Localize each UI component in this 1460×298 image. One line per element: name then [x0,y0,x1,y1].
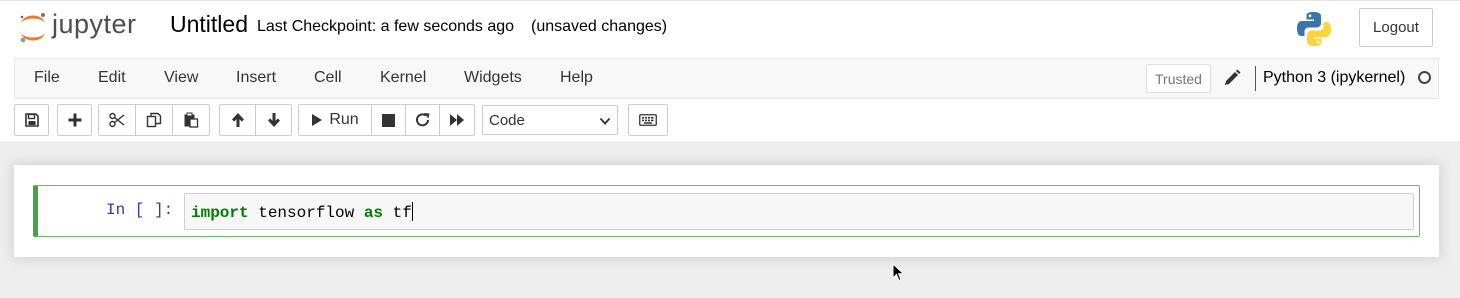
stop-icon [382,113,395,127]
arrow-down-icon [267,113,280,127]
menu-file[interactable]: File [34,69,60,87]
move-down-button[interactable] [255,104,292,136]
keyboard-icon [639,114,657,126]
insert-cell-button[interactable] [57,104,92,136]
move-up-button[interactable] [219,104,256,136]
menu-widgets[interactable]: Widgets [464,69,522,87]
jupyter-wordmark: jupyter [52,9,137,39]
copy-icon [146,112,162,128]
code-line: import tensorflow as tf [191,202,413,222]
python-logo-icon [1297,12,1331,46]
cut-button[interactable] [98,104,136,136]
kernel-separator [1255,66,1256,91]
interrupt-button[interactable] [371,104,406,136]
kernel-idle-icon [1418,71,1431,84]
fast-forward-icon [450,114,464,126]
cell-type-value: Code [489,111,525,129]
chevron-down-icon [599,117,611,125]
menu-cell[interactable]: Cell [314,69,342,87]
plus-icon [68,113,81,127]
paste-icon [184,112,199,128]
code-keyword: import [191,204,249,222]
code-cell[interactable]: In [ ]: import tensorflow as tf [33,185,1420,237]
code-text: tf [383,204,412,222]
mouse-pointer-icon [892,263,905,282]
kernel-name[interactable]: Python 3 (ipykernel) [1263,69,1405,87]
menu-edit[interactable]: Edit [98,69,126,87]
checkpoint-status: Last Checkpoint: a few seconds ago [257,18,515,35]
cell-type-select[interactable]: Code [482,105,618,135]
restart-run-all-button[interactable] [439,104,475,136]
notebook-name[interactable]: Untitled [170,11,248,38]
pencil-icon[interactable] [1222,68,1242,88]
menu-kernel[interactable]: Kernel [380,69,426,87]
save-icon [24,113,39,127]
autosave-status: (unsaved changes) [531,18,668,35]
jupyter-logo-icon [20,13,45,43]
copy-button[interactable] [135,104,173,136]
restart-icon [415,113,429,127]
save-button[interactable] [14,104,49,136]
run-icon [312,114,323,126]
jupyter-logo[interactable]: jupyter [18,9,154,45]
menu-view[interactable]: View [164,69,198,87]
command-palette-button[interactable] [628,104,668,136]
paste-button[interactable] [172,104,210,136]
toolbar: Run Code [14,104,1014,137]
run-label: Run [329,111,359,128]
restart-button[interactable] [405,104,440,136]
input-prompt: In [ ]: [106,201,174,219]
notebook-container: In [ ]: import tensorflow as tf [14,165,1439,257]
arrow-up-icon [231,113,244,127]
header: jupyter Untitled Last Checkpoint: a few … [0,0,1460,141]
logout-button[interactable]: Logout [1359,8,1433,47]
menu-insert[interactable]: Insert [236,69,276,87]
text-caret [411,202,413,221]
run-button[interactable]: Run [298,104,372,136]
code-keyword: as [363,204,384,222]
menubar: File Edit View Insert Cell Kernel Widget… [14,58,1439,99]
code-input[interactable]: import tensorflow as tf [184,193,1414,230]
menu-help[interactable]: Help [560,69,593,87]
cut-icon [109,112,125,128]
code-text: tensorflow [248,204,364,222]
trusted-indicator[interactable]: Trusted [1146,64,1211,93]
